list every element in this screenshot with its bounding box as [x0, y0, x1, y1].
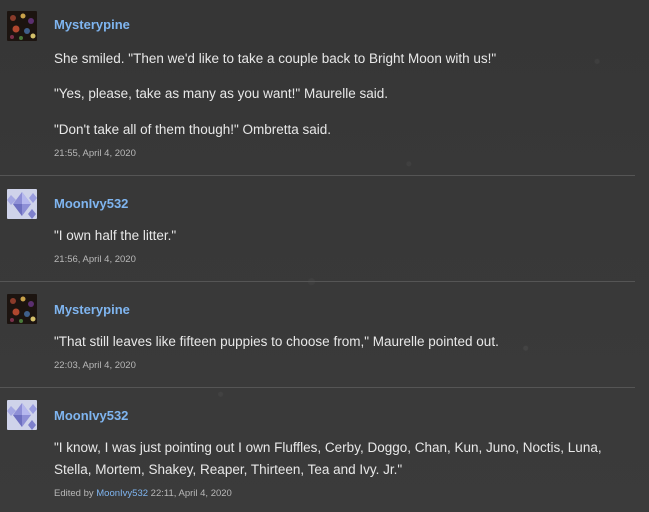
- comment-thread: Mysterypine She smiled. "Then we'd like …: [0, 0, 649, 512]
- comment-text: "That still leaves like fifteen puppies …: [54, 334, 499, 349]
- post-divider: [0, 175, 635, 176]
- comment-text: "I know, I was just pointing out I own F…: [54, 440, 602, 455]
- username-link[interactable]: MoonIvy532: [54, 196, 128, 211]
- username-link[interactable]: Mysterypine: [54, 302, 130, 317]
- edited-by-user-link[interactable]: MoonIvy532: [96, 488, 148, 499]
- comment-timestamp: 22:11, April 4, 2020: [150, 488, 232, 499]
- avatar[interactable]: [7, 294, 37, 324]
- post-divider: [0, 281, 635, 282]
- comment-text: "Don't take all of them though!" Ombrett…: [54, 122, 332, 137]
- username-link[interactable]: Mysterypine: [54, 17, 130, 32]
- crystal-diamond-avatar-icon: [7, 400, 37, 430]
- comment-text: "Yes, please, take as many as you want!"…: [54, 86, 389, 101]
- comment-timestamp: 22:03, April 4, 2020: [54, 360, 136, 371]
- dark-spotted-avatar-icon: [7, 11, 37, 41]
- comment-edit-info: Edited by MoonIvy532 22:11, April 4, 202…: [54, 488, 232, 499]
- edited-label: Edited by: [54, 488, 94, 499]
- avatar[interactable]: [7, 11, 37, 41]
- comment-text: "I own half the litter.": [54, 228, 177, 243]
- comment-text: She smiled. "Then we'd like to take a co…: [54, 51, 497, 66]
- comment-text: Stella, Mortem, Shakey, Reaper, Thirteen…: [54, 462, 403, 477]
- comment-timestamp: 21:56, April 4, 2020: [54, 254, 136, 265]
- username-link[interactable]: MoonIvy532: [54, 408, 128, 423]
- avatar[interactable]: [7, 400, 37, 430]
- dark-spotted-avatar-icon: [7, 294, 37, 324]
- crystal-diamond-avatar-icon: [7, 189, 37, 219]
- comment-timestamp: 21:55, April 4, 2020: [54, 148, 136, 159]
- avatar[interactable]: [7, 189, 37, 219]
- post-divider: [0, 387, 635, 388]
